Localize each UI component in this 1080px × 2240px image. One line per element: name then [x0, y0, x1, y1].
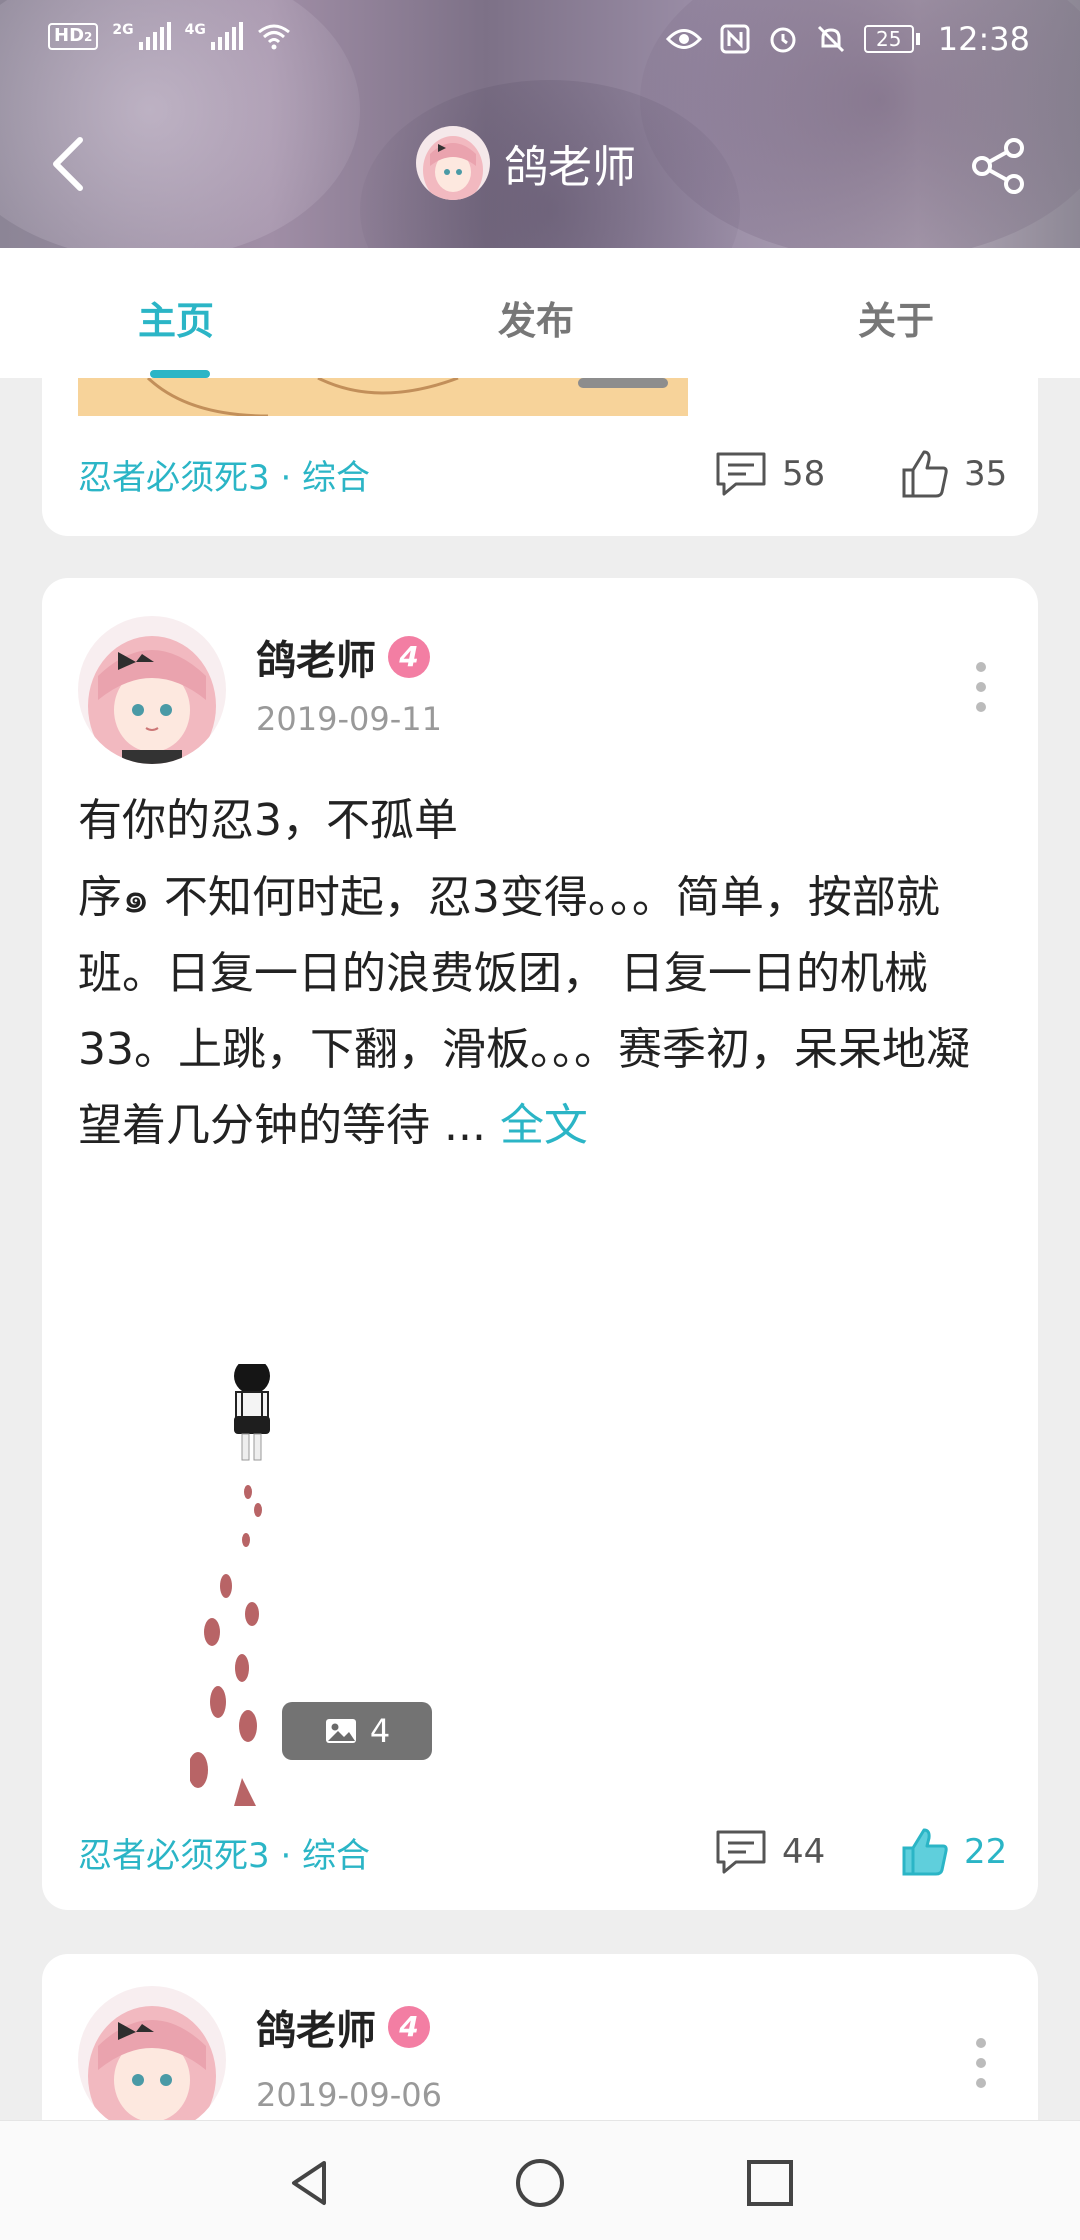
avatar[interactable]	[416, 126, 490, 200]
comment-icon	[716, 452, 766, 496]
like-count[interactable]: 35	[900, 448, 1007, 500]
header-user: 鸽老师	[416, 126, 636, 200]
like-count[interactable]: 22	[900, 1826, 1007, 1878]
thumbs-up-icon	[902, 450, 948, 498]
level-badge: 4	[388, 636, 430, 678]
tab-about[interactable]: 关于	[858, 290, 934, 345]
comment-count[interactable]: 44	[714, 1828, 825, 1876]
nav-recents-icon[interactable]	[744, 2157, 796, 2209]
tab-posts[interactable]: 发布	[498, 290, 574, 345]
mute-bell-icon	[817, 25, 844, 53]
author-avatar[interactable]	[78, 1986, 226, 2134]
wifi-icon	[257, 24, 290, 50]
post-date: 2019-09-06	[256, 2076, 442, 2114]
post-title[interactable]: 有你的忍3，不孤单	[78, 784, 458, 848]
signal-2g-icon: 2G	[112, 22, 171, 50]
comment-count[interactable]: 58	[714, 450, 825, 498]
tab-bar: 主页 发布 关于	[0, 248, 1080, 378]
nav-back-icon[interactable]	[284, 2157, 336, 2209]
post-body[interactable]: 序๑ 不知何时起，忍3变得。。。简单，按部就班。日复一日的浪费饭团， 日复一日的…	[78, 860, 998, 1164]
author-name[interactable]: 鸽老师 4	[256, 1998, 430, 2056]
system-nav-bar	[0, 2120, 1080, 2240]
image-count-badge[interactable]: 4	[282, 1702, 432, 1760]
topic-tag[interactable]: 忍者必须死3 · 综合	[78, 450, 370, 499]
status-bar: HD2 2G 4G 25 12:38	[0, 0, 1080, 80]
nfc-icon	[720, 24, 750, 54]
battery-icon: 25	[863, 25, 920, 53]
profile-header: HD2 2G 4G 25 12:38 鸽老师	[0, 0, 1080, 248]
share-icon[interactable]	[968, 136, 1028, 196]
nav-home-icon[interactable]	[514, 2157, 566, 2209]
more-options-icon[interactable]	[976, 2038, 988, 2098]
post-card[interactable]: 鸽老师 4 2019-09-11 有你的忍3，不孤单 序๑ 不知何时起，忍3变得…	[42, 578, 1038, 1910]
author-name[interactable]: 鸽老师 4	[256, 628, 430, 686]
comment-icon	[716, 1830, 766, 1874]
hd-indicator: HD2	[48, 22, 99, 50]
active-tab-indicator	[150, 370, 210, 378]
level-badge: 4	[388, 2006, 430, 2048]
author-avatar[interactable]	[78, 616, 226, 764]
page-title: 鸽老师	[504, 142, 636, 193]
alarm-icon	[770, 27, 796, 53]
back-arrow-icon[interactable]	[46, 134, 90, 194]
eye-icon	[665, 29, 702, 49]
signal-4g-icon: 4G	[185, 22, 243, 50]
tab-home[interactable]: 主页	[138, 290, 214, 345]
post-image[interactable]	[78, 378, 688, 416]
read-full-link[interactable]: 全文	[500, 1100, 588, 1151]
thumbs-up-icon	[902, 1828, 948, 1876]
clock: 12:38	[937, 20, 1030, 58]
topic-tag[interactable]: 忍者必须死3 · 综合	[78, 1828, 370, 1877]
image-icon	[325, 1719, 356, 1743]
post-date: 2019-09-11	[256, 700, 442, 738]
more-options-icon[interactable]	[976, 662, 988, 722]
